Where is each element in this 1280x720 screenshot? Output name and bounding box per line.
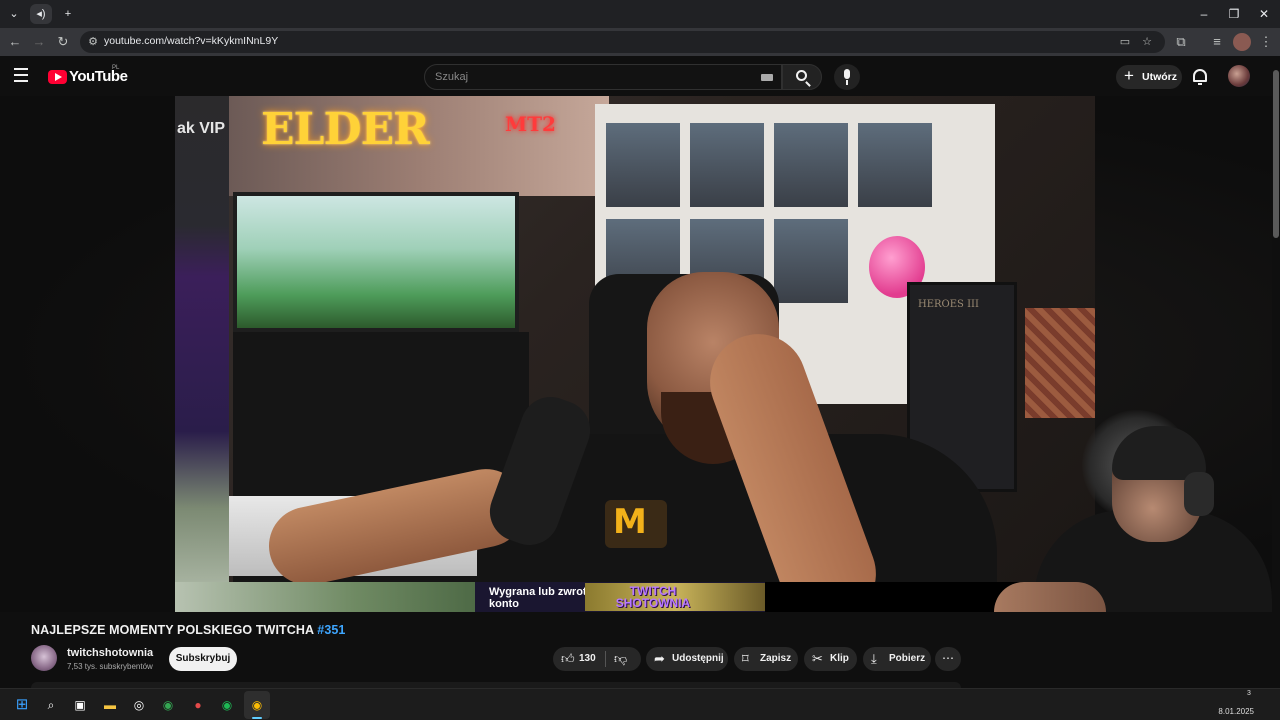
share-button[interactable]: ➦ Udostępnij [646,647,728,671]
page-scrollbar-thumb[interactable] [1273,70,1279,238]
taskbar-date[interactable]: 8.01.2025 [1214,707,1254,716]
video-blanket [1025,308,1095,418]
save-label: Zapisz [760,653,792,664]
address-bar[interactable]: ⚙ youtube.com/watch?v=kKykmINnL9Y ▭ ☆ [80,31,1165,53]
app-red-icon[interactable]: ● [188,695,208,715]
video-left-overlay-text: ak VIP [177,120,226,137]
save-button[interactable]: ⌑ Zapisz [734,647,798,671]
youtube-logo[interactable]: YouTube PL [48,65,128,86]
active-indicator [252,717,262,719]
like-dislike-group: 👍︎ 130 👎︎ [553,647,641,671]
like-divider [605,651,606,667]
browser-tab-active[interactable]: ◂) [30,4,52,24]
new-tab-plus-icon[interactable]: + [58,5,78,23]
minimize-icon[interactable]: – [1190,5,1218,23]
browser-menu-icon[interactable]: ⋮ [1257,33,1275,51]
video-shirt-logo: M [605,500,667,548]
chrome-icon[interactable]: ◉ [158,695,178,715]
shelf-cell [603,120,683,210]
channel-name[interactable]: twitchshotownia [67,647,153,659]
file-explorer-icon[interactable]: ▬ [100,695,120,715]
video-bottom-overlay [175,582,475,612]
download-icon: ⤓ [871,651,877,666]
youtube-header: YouTube PL Szukaj + Utwórz [0,56,1272,96]
thumbs-down-icon[interactable]: 👎︎ [614,651,627,667]
keyboard-icon[interactable] [761,74,773,81]
shelf-cell [771,216,851,306]
reload-icon[interactable]: ↻ [54,33,72,51]
video-info: NAJLEPSZE MOMENTY POLSKIEGO TWITCHA #351… [0,612,1272,688]
thumbs-up-icon[interactable]: 👍︎ [561,651,575,667]
notifications-bell-icon[interactable] [1193,69,1207,85]
address-url[interactable]: youtube.com/watch?v=kKykmINnL9Y [104,35,278,47]
like-count[interactable]: 130 [579,653,596,664]
shelf-cell [855,120,935,210]
facecam-headphones [1184,472,1214,516]
more-actions-icon[interactable]: ⋯ [935,647,961,671]
bookmark-icon: ⌑ [742,651,749,666]
extensions-icon[interactable]: ⧉ [1172,33,1190,51]
subscribe-button[interactable]: Subskrybuj [169,647,237,671]
share-label: Udostępnij [672,653,724,664]
share-icon: ➦ [654,651,665,666]
taskbar-search-icon[interactable]: ⌕ [41,695,61,715]
shelf-cell [771,120,851,210]
search-button[interactable] [782,64,822,90]
scissors-icon: ✂ [812,651,823,666]
clip-button[interactable]: ✂ Klip [804,647,857,671]
close-icon[interactable]: ✕ [1250,5,1278,23]
youtube-play-icon [48,70,67,84]
video-aquarium [233,192,519,332]
media-controls-icon[interactable]: ≡ [1208,33,1226,51]
create-button[interactable]: + Utwórz [1116,65,1182,89]
video-ticker: Wygrana lub zwrot na konto TWITCH SHOTOW… [475,582,765,612]
video-title: NAJLEPSZE MOMENTY POLSKIEGO TWITCHA #351 [31,623,346,637]
browser-toolbar: ← → ↻ ⚙ youtube.com/watch?v=kKykmINnL9Y … [0,28,1280,56]
tab-search-chevron-icon[interactable]: ⌄ [4,5,24,23]
windows-start-icon[interactable]: ⊞ [12,695,32,715]
video-player[interactable]: ak VIP ELDER MT2 HEROES III M Wygrana lu… [175,96,1095,612]
search-input[interactable]: Szukaj [424,64,782,90]
video-hashtag[interactable]: #351 [317,623,345,637]
maximize-icon[interactable]: ❐ [1220,5,1248,23]
browser-tab-strip: ⌄ ◂) + – ❐ ✕ [0,0,1280,28]
account-avatar[interactable] [1228,65,1250,87]
video-cabinet-text: HEROES III [918,299,979,310]
video-neon-sign-suffix: MT2 [505,112,556,136]
voice-search-mic-icon[interactable] [834,64,860,90]
region-label: PL [112,65,120,71]
download-button[interactable]: ⤓ Pobierz [863,647,931,671]
video-neon-sign: ELDER [261,104,430,155]
app-icon[interactable]: ◎ [129,695,149,715]
chrome-active-icon[interactable]: ◉ [247,695,267,715]
profile-avatar-icon[interactable] [1233,33,1251,51]
search-placeholder: Szukaj [435,71,469,83]
create-label: Utwórz [1142,71,1177,83]
forward-arrow-icon[interactable]: → [30,33,48,51]
channel-avatar[interactable] [31,645,57,671]
os-taskbar: ⊞ ⌕ ▣ ▬ ◎ ◉ ● ◉ ◉ 3 8.01.2025 [0,688,1280,720]
hamburger-menu-icon[interactable] [14,68,34,84]
bookmark-star-icon[interactable]: ☆ [1138,33,1156,51]
subscriber-count: 7,53 tys. subskrybentów [67,662,153,671]
download-label: Pobierz [889,653,926,664]
shelf-cell [687,120,767,210]
tray-small-text: 3 [1247,690,1251,697]
video-ticker-brand-text: TWITCH SHOTOWNIA [615,584,691,610]
back-arrow-icon[interactable]: ← [6,33,24,51]
clip-label: Klip [830,653,849,664]
task-view-icon[interactable]: ▣ [70,695,90,715]
video-ticker-brand: TWITCH SHOTOWNIA [585,583,765,611]
cast-icon[interactable]: ▭ [1116,33,1134,51]
plus-icon: + [1124,66,1134,85]
spotify-icon[interactable]: ◉ [217,695,237,715]
site-settings-icon[interactable]: ⚙ [84,33,102,51]
search-icon [796,70,807,81]
video-left-overlay [175,96,229,612]
speaker-icon: ◂) [36,8,46,20]
